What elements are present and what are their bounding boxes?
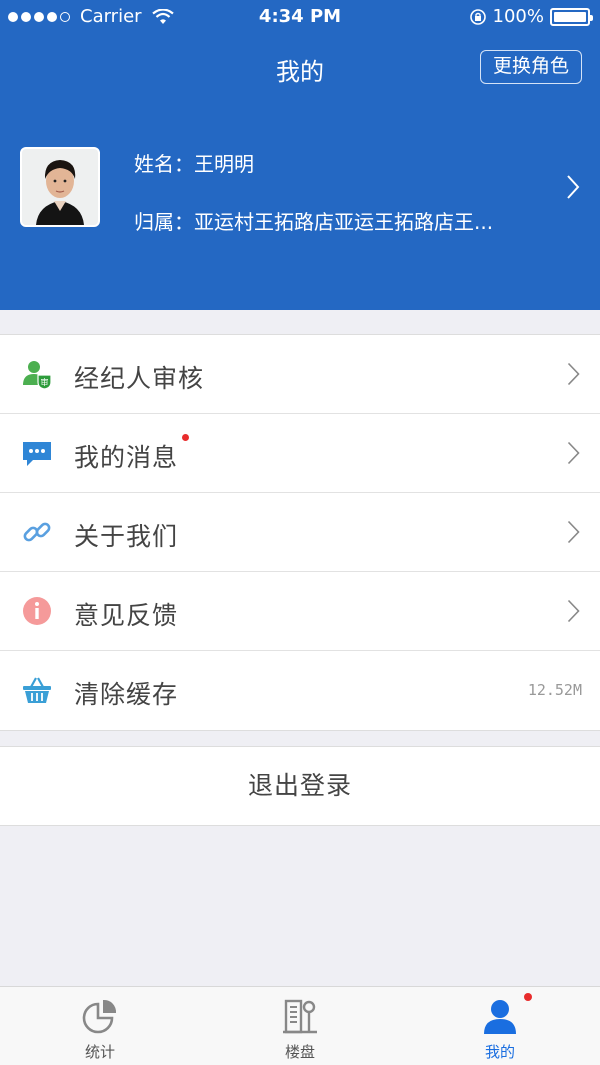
unread-badge: [182, 434, 189, 441]
tab-label: 楼盘: [284, 1043, 315, 1061]
chevron-right-icon: [567, 599, 580, 623]
building-icon: [283, 999, 317, 1034]
profile-affiliation: 归属：亚运村王拓路店亚运王拓路店王...: [134, 210, 494, 234]
message-icon: [23, 442, 51, 466]
battery-icon: [550, 7, 593, 26]
menu-item-feedback[interactable]: 意见反馈: [0, 572, 600, 651]
avatar: [20, 147, 100, 227]
tab-badge: [524, 993, 532, 1001]
chevron-right-icon: [567, 175, 580, 199]
chevron-right-icon: [567, 520, 580, 544]
menu-item-my-messages[interactable]: 我的消息: [0, 414, 600, 493]
pie-chart-icon: [82, 999, 117, 1034]
menu-item-label: 关于我们: [74, 522, 179, 551]
tab-label: 我的: [484, 1043, 515, 1061]
avatar-portrait-icon: [22, 149, 98, 225]
agent-review-badge-text: 审: [41, 377, 49, 387]
battery-percent: 100%: [492, 6, 544, 27]
tab-label: 统计: [84, 1043, 115, 1061]
basket-icon: [23, 677, 51, 703]
person-icon: [484, 1000, 516, 1034]
profile-card[interactable]: 姓名：王明明 归属：亚运村王拓路店亚运王拓路店王...: [0, 140, 600, 240]
cache-size: 12.52M: [527, 681, 582, 699]
tab-properties[interactable]: 楼盘: [200, 987, 400, 1065]
link-icon: [23, 522, 51, 542]
menu-item-label: 清除缓存: [74, 680, 179, 709]
menu-item-about-us[interactable]: 关于我们: [0, 493, 600, 572]
status-bar-right: 100%: [469, 6, 593, 27]
chevron-right-icon: [567, 441, 580, 465]
switch-role-button[interactable]: 更换角色: [479, 50, 582, 84]
menu-item-label: 我的消息: [74, 443, 179, 472]
header: Carrier 4:34 PM 100% 我的 更换角色 姓名：王明明 归属：亚…: [0, 0, 600, 310]
info-icon: [23, 597, 51, 625]
profile-name: 姓名：王明明: [134, 152, 254, 176]
rotation-lock-icon: [469, 8, 486, 25]
settings-menu: 审 经纪人审核 我的消息 关于我们 意见反馈 清除缓存 12.52M: [0, 334, 600, 731]
menu-item-label: 经纪人审核: [74, 364, 205, 393]
menu-item-clear-cache[interactable]: 清除缓存 12.52M: [0, 651, 600, 730]
menu-item-label: 意见反馈: [74, 601, 179, 630]
logout-button[interactable]: 退出登录: [0, 746, 600, 826]
tab-mine[interactable]: 我的: [400, 987, 600, 1065]
chevron-right-icon: [567, 362, 580, 386]
tab-statistics[interactable]: 统计: [0, 987, 200, 1065]
menu-item-agent-review[interactable]: 审 经纪人审核: [0, 335, 600, 414]
agent-review-icon: 审: [23, 361, 52, 389]
status-bar: Carrier 4:34 PM 100%: [0, 0, 600, 34]
tab-bar: 统计 楼盘 我的: [0, 986, 600, 1065]
